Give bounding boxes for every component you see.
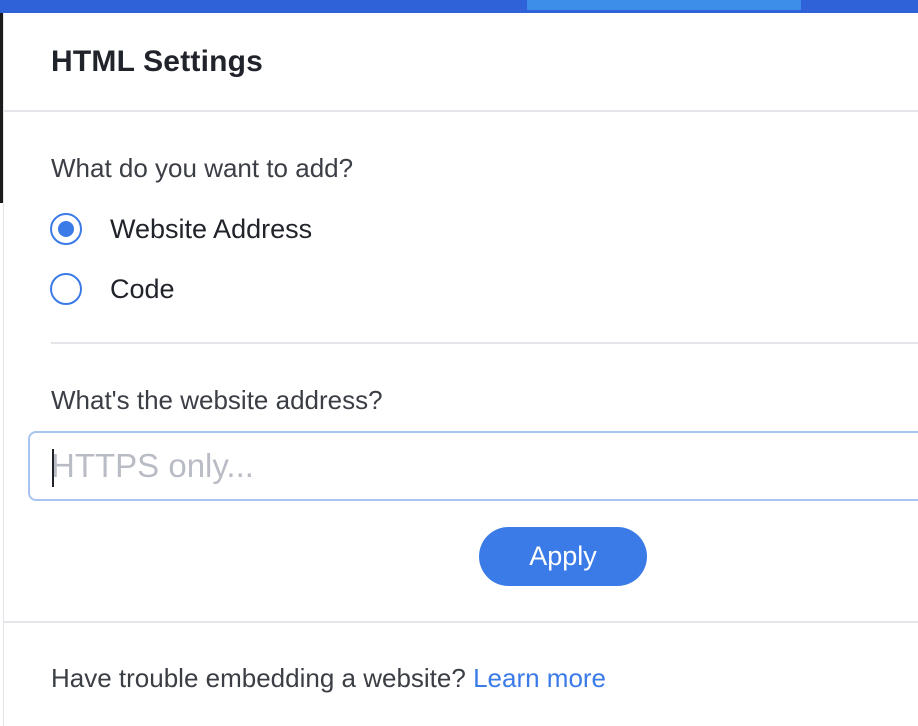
panel-title: HTML Settings <box>51 45 264 78</box>
text-caret <box>52 449 54 487</box>
panel-header: HTML Settings <box>4 13 918 112</box>
website-address-question: What's the website address? <box>51 385 383 415</box>
section-divider <box>51 342 918 344</box>
footer-help-text: Have trouble embedding a website? <box>51 663 466 693</box>
footer-help: Have trouble embedding a website? Learn … <box>51 663 606 694</box>
radio-label-website-address: Website Address <box>110 213 313 244</box>
radio-option-code[interactable]: Code <box>50 272 175 306</box>
radio-button-website-address[interactable] <box>50 213 82 245</box>
editor-top-bar-tab <box>527 0 801 10</box>
apply-button[interactable]: Apply <box>479 527 647 586</box>
radio-label-code: Code <box>110 273 175 304</box>
radio-button-code[interactable] <box>50 273 82 305</box>
editor-top-bar <box>0 0 918 13</box>
learn-more-link[interactable]: Learn more <box>473 663 606 693</box>
radio-option-website-address[interactable]: Website Address <box>50 212 312 246</box>
content-type-question: What do you want to add? <box>51 153 354 183</box>
html-settings-panel: HTML Settings What do you want to add? W… <box>3 13 918 726</box>
website-address-input[interactable] <box>28 431 918 501</box>
footer-divider <box>4 621 918 623</box>
